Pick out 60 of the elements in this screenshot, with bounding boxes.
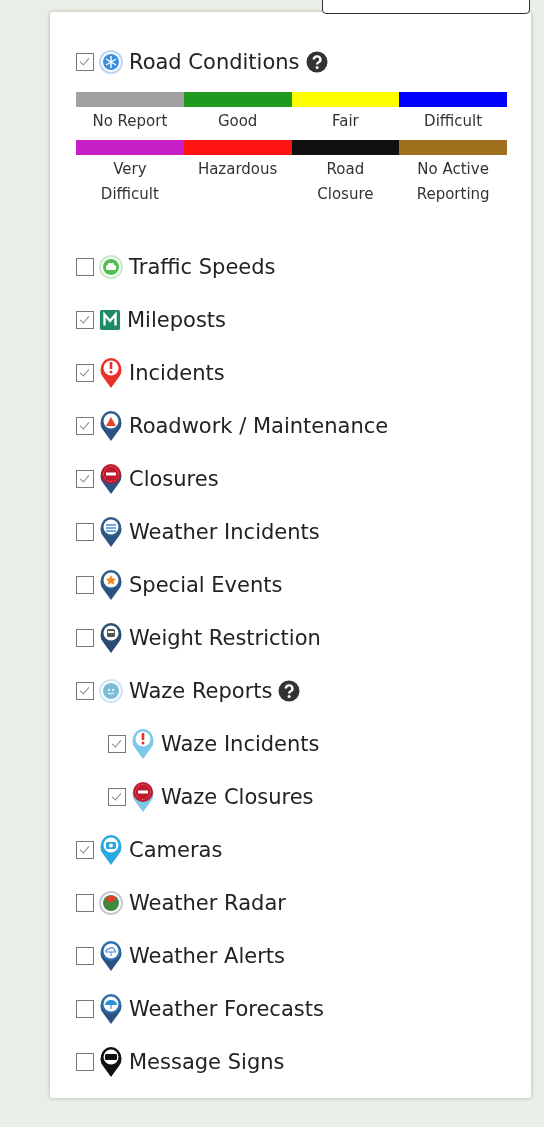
star-pin-icon (99, 568, 123, 601)
checkbox[interactable] (76, 681, 94, 700)
layer-label[interactable]: Traffic Speeds (129, 254, 276, 279)
milepost-icon (99, 308, 121, 331)
layer-label[interactable]: Waze Incidents (161, 731, 320, 756)
legend-label: Good (216, 111, 259, 132)
layer-label[interactable]: Weight Restriction (129, 625, 321, 650)
checkbox[interactable] (108, 787, 126, 806)
help-icon[interactable] (305, 51, 328, 73)
layer-label[interactable]: Closures (129, 466, 219, 491)
checkbox[interactable] (76, 53, 94, 71)
incident-pin-icon (99, 356, 123, 389)
closure-pin-icon (99, 462, 123, 495)
checkbox[interactable] (76, 575, 94, 594)
layer-label[interactable]: Message Signs (129, 1049, 285, 1074)
layer-label[interactable]: Waze Reports (129, 678, 273, 703)
layer-label[interactable]: Special Events (129, 572, 283, 597)
checkbox[interactable] (76, 363, 94, 382)
checkbox[interactable] (76, 257, 94, 276)
checkbox[interactable] (76, 946, 94, 965)
legend-label: No Active Reporting (415, 159, 491, 205)
layer-label[interactable]: Waze Closures (161, 784, 314, 809)
layer-label[interactable]: Roadwork / Maintenance (129, 413, 389, 438)
legend-label: Fair (331, 111, 360, 132)
radar-icon (99, 890, 123, 915)
cloud-pin-icon (99, 939, 123, 972)
checkbox[interactable] (76, 522, 94, 541)
layer-label[interactable]: Road Conditions (129, 50, 300, 74)
incident-pin-icon (131, 727, 155, 760)
layer-label[interactable]: Weather Radar (129, 890, 286, 915)
roadwork-pin-icon (99, 409, 123, 442)
checkbox[interactable] (76, 1052, 94, 1071)
layer-label[interactable]: Weather Forecasts (129, 996, 324, 1021)
legend-label: Hazardous (197, 159, 278, 180)
checkbox[interactable] (76, 310, 94, 329)
checkbox[interactable] (76, 416, 94, 435)
snowflake-icon (99, 50, 123, 74)
layer-label[interactable]: Mileposts (127, 307, 226, 332)
help-icon[interactable] (278, 679, 301, 702)
umbrella-pin-icon (99, 992, 123, 1025)
layer-label[interactable]: Weather Incidents (129, 519, 320, 544)
checkbox[interactable] (76, 893, 94, 912)
layer-label[interactable]: Weather Alerts (129, 943, 286, 968)
waze-icon (99, 678, 123, 703)
checkbox[interactable] (108, 734, 126, 753)
checkbox[interactable] (76, 469, 94, 488)
legend-label: Difficult (423, 111, 484, 132)
legend-label: Road Closure (316, 159, 375, 205)
legend-label: Very Difficult (99, 159, 160, 205)
checkbox[interactable] (76, 628, 94, 647)
legend-label: No Report (91, 111, 169, 132)
closure-pin-icon (131, 780, 155, 813)
checkbox[interactable] (76, 999, 94, 1018)
layer-label[interactable]: Incidents (129, 360, 225, 385)
sign-pin-icon (99, 1045, 123, 1078)
camera-pin-icon (99, 833, 123, 866)
map-control[interactable] (322, 0, 530, 14)
checkbox[interactable] (76, 840, 94, 859)
layer-label[interactable]: Cameras (129, 837, 223, 862)
weather-pin-icon (99, 515, 123, 548)
